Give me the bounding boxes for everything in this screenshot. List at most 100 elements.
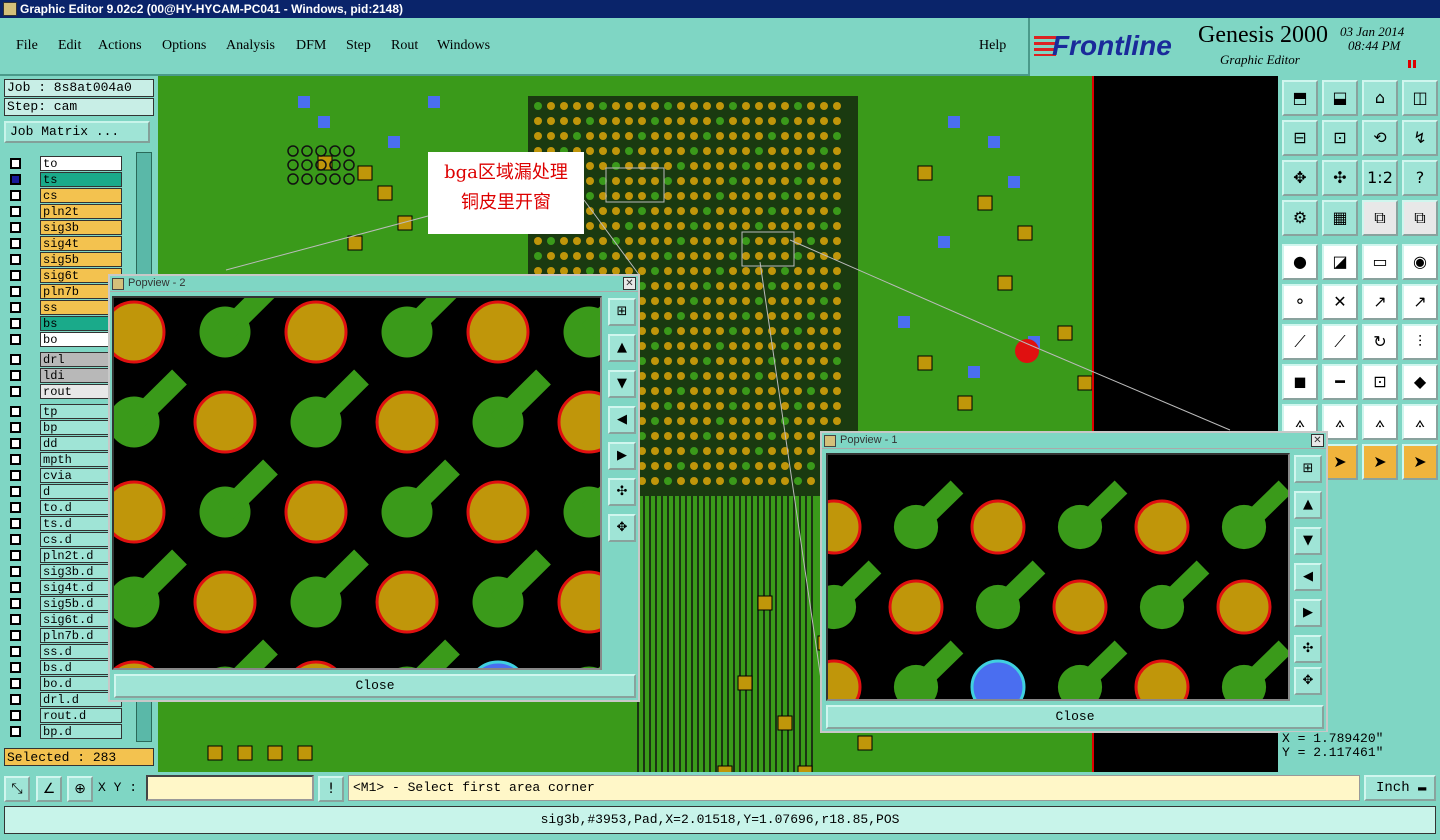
popview-2-view[interactable] [112,296,602,670]
menu-actions[interactable]: Actions [98,38,142,54]
layer-row-rout[interactable]: rout [6,384,124,399]
layer-checkbox[interactable] [10,406,21,417]
pointer-icon[interactable]: ➤ [1362,444,1398,480]
layer-row-to-d[interactable]: to.d [6,500,124,515]
layer-checkbox[interactable] [10,370,21,381]
layer-checkbox[interactable] [10,334,21,345]
unit-select[interactable]: Inch ▬ [1364,775,1436,801]
layer-row-pln2t-d[interactable]: pln2t.d [6,548,124,563]
layer-icon[interactable]: ⧉ [1362,200,1398,236]
layer-row-sig3b[interactable]: sig3b [6,220,124,235]
layer-icon[interactable]: ⧉ [1402,200,1438,236]
rotate-cw-icon[interactable]: ↻ [1362,324,1398,360]
layer-name[interactable]: cs [40,188,122,203]
layer-row-ts[interactable]: ts [6,172,124,187]
redo-icon[interactable]: ⊡ [1322,120,1358,156]
popview-2-pan-up-icon[interactable]: ▲ [608,334,636,362]
popview-2-pan-left-icon[interactable]: ◀ [608,406,636,434]
home-icon[interactable]: ⌂ [1362,80,1398,116]
popview-1-close-icon[interactable]: ✕ [1311,434,1324,447]
target-icon[interactable]: ◉ [1402,244,1438,280]
layer-checkbox[interactable] [10,662,21,673]
layer-checkbox[interactable] [10,354,21,365]
add-line-icon[interactable]: ◪ [1322,244,1358,280]
layer-row-to[interactable]: to [6,156,124,171]
layer-row-mpth[interactable]: mpth [6,452,124,467]
layer-row-cvia[interactable]: cvia [6,468,124,483]
move-icon[interactable]: ↗ [1362,284,1398,320]
layer-checkbox[interactable] [10,386,21,397]
feature-icon[interactable]: ◼ [1282,364,1318,400]
job-matrix-button[interactable]: Job Matrix ... [4,121,150,143]
snap-grid-icon[interactable]: ⊕ [67,776,93,802]
layer-name[interactable]: bp.d [40,724,122,739]
undo-icon[interactable]: ⊟ [1282,120,1318,156]
route-icon[interactable]: ➤ [1402,444,1438,480]
layer-row-sig4t[interactable]: sig4t [6,236,124,251]
settings-icon[interactable]: ⚙ [1282,200,1318,236]
layer-row-ts-d[interactable]: ts.d [6,516,124,531]
pan-icon[interactable]: ✥ [1282,160,1318,196]
layer-checkbox[interactable] [10,550,21,561]
layer-row-bo[interactable]: bo [6,332,124,347]
layer-row-sig4t-d[interactable]: sig4t.d [6,580,124,595]
layer-checkbox[interactable] [10,174,21,185]
window-icon[interactable]: ◫ [1402,80,1438,116]
popview-1-zoom-out-icon[interactable]: ✥ [1294,667,1322,695]
menu-file[interactable]: File [16,38,38,54]
layer-checkbox[interactable] [10,254,21,265]
layer-row-ss[interactable]: ss [6,300,124,315]
pause-icon[interactable] [1408,60,1416,68]
layer-checkbox[interactable] [10,614,21,625]
group-icon[interactable]: ◆ [1402,364,1438,400]
layer-checkbox[interactable] [10,422,21,433]
popview-1-zoom-in-icon[interactable]: ✣ [1294,635,1322,663]
layer-checkbox[interactable] [10,438,21,449]
layer-name[interactable]: sig3b [40,220,122,235]
popview-2-zoom-fit-icon[interactable]: ⊞ [608,298,636,326]
layer-checkbox[interactable] [10,286,21,297]
layer-checkbox[interactable] [10,726,21,737]
popview-2-titlebar[interactable]: Popview - 2 ✕ [110,276,638,292]
layer-row-cs-d[interactable]: cs.d [6,532,124,547]
open-icon[interactable]: ⬓ [1322,80,1358,116]
align-icon[interactable]: ⫶ [1402,324,1438,360]
connect-icon[interactable]: ⚬ [1282,284,1318,320]
popview-2-zoom-in-icon[interactable]: ✣ [608,478,636,506]
copy-icon[interactable]: ↗ [1402,284,1438,320]
layer-checkbox[interactable] [10,646,21,657]
layer-row-tp[interactable]: tp [6,404,124,419]
layer-row-bs[interactable]: bs [6,316,124,331]
delete-icon[interactable]: ✕ [1322,284,1358,320]
menu-help[interactable]: Help [979,38,1006,54]
layer-checkbox[interactable] [10,454,21,465]
triangle-icon[interactable]: ⟑ [1362,404,1398,440]
popview-1-close-button[interactable]: Close [826,705,1324,729]
layer-checkbox[interactable] [10,534,21,545]
layer-checkbox[interactable] [10,238,21,249]
menu-rout[interactable]: Rout [391,38,418,54]
layer-name[interactable]: ts [40,172,122,187]
alert-icon[interactable]: ! [318,776,344,802]
menu-dfm[interactable]: DFM [296,38,326,54]
zoom-icon[interactable]: ✣ [1322,160,1358,196]
popview-1-zoom-fit-icon[interactable]: ⊞ [1294,455,1322,483]
layer-row-sig5b-d[interactable]: sig5b.d [6,596,124,611]
layer-checkbox[interactable] [10,222,21,233]
popview-1-titlebar[interactable]: Popview - 1 ✕ [822,433,1326,449]
xy-input[interactable] [146,775,314,801]
layer-checkbox[interactable] [10,270,21,281]
layer-row-drl[interactable]: drl [6,352,124,367]
grid-icon[interactable]: ▦ [1322,200,1358,236]
layer-row-bp[interactable]: bp [6,420,124,435]
triangle-icon[interactable]: ⟑ [1402,404,1438,440]
zoom-area-icon[interactable]: ⤡ [4,776,30,802]
layer-checkbox[interactable] [10,678,21,689]
layer-checkbox[interactable] [10,710,21,721]
layer-row-ldi[interactable]: ldi [6,368,124,383]
draw-arc-icon[interactable]: ⟋ [1322,324,1358,360]
draw-line-icon[interactable]: ⟋ [1282,324,1318,360]
layer-row-sig6t-d[interactable]: sig6t.d [6,612,124,627]
layer-row-pln7b-d[interactable]: pln7b.d [6,628,124,643]
layer-row-pln2t[interactable]: pln2t [6,204,124,219]
